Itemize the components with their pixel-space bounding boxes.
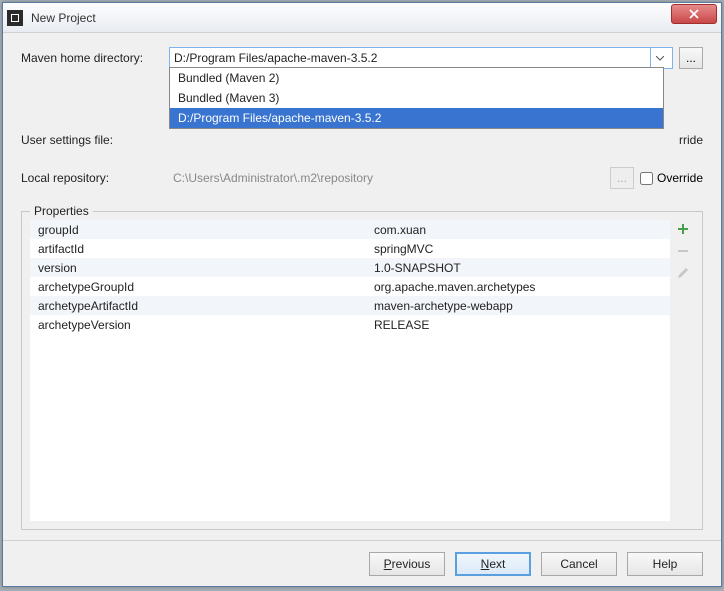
properties-fieldset: Properties groupId com.xuan artifactId s… <box>21 211 703 530</box>
override-label: Override <box>657 171 703 185</box>
prop-value: RELEASE <box>374 318 670 332</box>
local-repo-row: Local repository: C:\Users\Administrator… <box>21 167 703 189</box>
prop-value: 1.0-SNAPSHOT <box>374 261 670 275</box>
table-row[interactable]: archetypeVersion RELEASE <box>30 315 670 334</box>
cancel-button[interactable]: Cancel <box>541 552 617 576</box>
prop-value: com.xuan <box>374 223 670 237</box>
button-text: revious <box>392 557 431 571</box>
next-button[interactable]: Next <box>455 552 531 576</box>
dialog-footer: Previous Next Cancel Help <box>3 540 721 586</box>
prop-value: springMVC <box>374 242 670 256</box>
maven-home-dropdown: Bundled (Maven 2) Bundled (Maven 3) D:/P… <box>169 67 664 129</box>
local-repo-browse-button: ... <box>610 167 634 189</box>
maven-home-value: D:/Program Files/apache-maven-3.5.2 <box>174 51 650 65</box>
maven-home-label: Maven home directory: <box>21 51 169 65</box>
dropdown-item[interactable]: Bundled (Maven 2) <box>170 68 663 88</box>
edit-icon <box>674 264 692 282</box>
maven-home-row: Maven home directory: D:/Program Files/a… <box>21 47 703 69</box>
local-repo-label: Local repository: <box>21 171 169 185</box>
prop-key: archetypeArtifactId <box>30 299 374 313</box>
prop-value: org.apache.maven.archetypes <box>374 280 670 294</box>
dropdown-item[interactable]: D:/Program Files/apache-maven-3.5.2 <box>170 108 663 128</box>
prop-value: maven-archetype-webapp <box>374 299 670 313</box>
table-row[interactable]: artifactId springMVC <box>30 239 670 258</box>
titlebar: New Project <box>3 3 721 33</box>
chevron-down-icon[interactable] <box>650 48 668 68</box>
user-settings-label: User settings file: <box>21 133 169 147</box>
prop-key: version <box>30 261 374 275</box>
ellipsis-icon: ... <box>617 171 627 185</box>
maven-home-browse-button[interactable]: ... <box>679 47 703 69</box>
help-button[interactable]: Help <box>627 552 703 576</box>
app-icon <box>7 10 23 26</box>
prop-key: archetypeVersion <box>30 318 374 332</box>
maven-home-combo[interactable]: D:/Program Files/apache-maven-3.5.2 <box>169 47 673 69</box>
prop-key: artifactId <box>30 242 374 256</box>
table-row[interactable]: groupId com.xuan <box>30 220 670 239</box>
close-button[interactable] <box>671 4 717 24</box>
dropdown-item[interactable]: Bundled (Maven 3) <box>170 88 663 108</box>
properties-legend: Properties <box>30 204 93 218</box>
ellipsis-icon: ... <box>686 51 696 65</box>
button-text: ext <box>489 557 505 571</box>
button-mnemonic: P <box>384 557 392 571</box>
override-checkbox-group: Override <box>640 171 703 185</box>
dialog-content: Maven home directory: D:/Program Files/a… <box>3 33 721 540</box>
local-repo-value: C:\Users\Administrator\.m2\repository <box>169 171 604 185</box>
properties-actions <box>674 220 696 521</box>
add-icon[interactable] <box>674 220 692 238</box>
user-settings-row: User settings file: rride <box>21 129 703 151</box>
remove-icon <box>674 242 692 260</box>
table-row[interactable]: archetypeGroupId org.apache.maven.archet… <box>30 277 670 296</box>
button-mnemonic: N <box>481 557 490 571</box>
table-row[interactable]: archetypeArtifactId maven-archetype-weba… <box>30 296 670 315</box>
new-project-dialog: New Project Maven home directory: D:/Pro… <box>2 2 722 587</box>
table-row[interactable]: version 1.0-SNAPSHOT <box>30 258 670 277</box>
prop-key: groupId <box>30 223 374 237</box>
override-partial-text: rride <box>679 133 703 147</box>
override-checkbox[interactable] <box>640 172 653 185</box>
properties-table: groupId com.xuan artifactId springMVC ve… <box>30 220 670 521</box>
previous-button[interactable]: Previous <box>369 552 445 576</box>
window-title: New Project <box>31 11 671 25</box>
prop-key: archetypeGroupId <box>30 280 374 294</box>
